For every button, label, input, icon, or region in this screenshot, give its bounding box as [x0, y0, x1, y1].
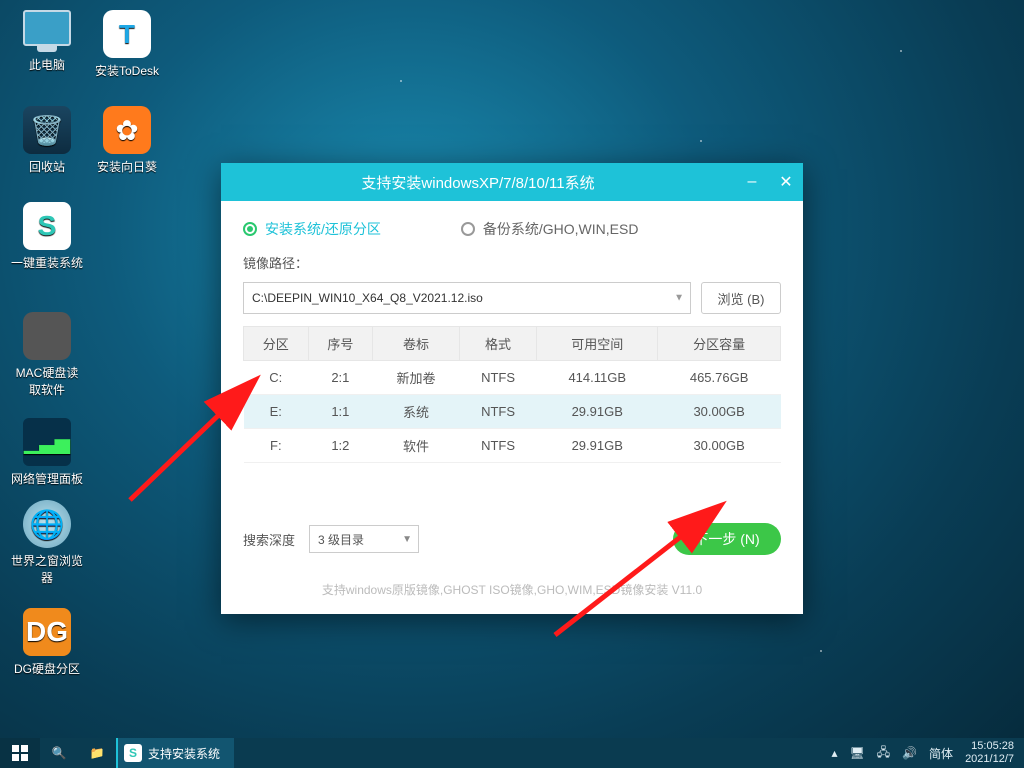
globe-icon: 🌐	[23, 500, 71, 548]
desktop-icon-one-click-reinstall[interactable]: S 一键重装系统	[10, 202, 84, 271]
taskbar-clock[interactable]: 15:05:28 2021/12/7	[965, 740, 1014, 766]
partition-table: 分区 序号 卷标 格式 可用空间 分区容量 C: 2:1 新加卷 NTFS 41…	[243, 326, 781, 463]
close-button[interactable]: ✕	[769, 163, 803, 201]
windows-logo-icon	[12, 745, 28, 761]
todesk-icon: T	[103, 10, 151, 58]
desktop-icon-this-pc[interactable]: 此电脑	[10, 10, 84, 73]
desktop-icon-todesk[interactable]: T 安装ToDesk	[90, 10, 164, 79]
search-depth-value: 3 级目录	[318, 531, 364, 548]
tray-chevron-up-icon[interactable]: ▴	[831, 746, 837, 760]
col-index: 序号	[308, 327, 373, 361]
search-depth-select[interactable]: 3 级目录 ▼	[309, 525, 419, 553]
image-path-value: C:\DEEPIN_WIN10_X64_Q8_V2021.12.iso	[252, 291, 483, 305]
folder-icon: 📁	[90, 746, 105, 760]
search-icon: 🔍	[52, 746, 67, 760]
next-button[interactable]: 下一步 (N)	[673, 523, 781, 555]
taskbar-file-explorer[interactable]: 📁	[78, 738, 116, 768]
chevron-down-icon: ▼	[674, 293, 684, 304]
system-tray: ▴ 🖥 🖧 🔊 简体 15:05:28 2021/12/7	[831, 740, 1024, 766]
sunflower-icon: ✿	[103, 106, 151, 154]
search-depth-label: 搜索深度	[243, 530, 295, 549]
col-label: 卷标	[373, 327, 460, 361]
taskbar: 🔍 📁 S 支持安装系统 ▴ 🖥 🖧 🔊 简体 15:05:28 2021/12…	[0, 738, 1024, 768]
network-panel-icon: ▁▃▅	[23, 418, 71, 466]
image-path-dropdown[interactable]: C:\DEEPIN_WIN10_X64_Q8_V2021.12.iso ▼	[243, 282, 691, 314]
tab-install-restore[interactable]: 安装系统/还原分区	[243, 219, 381, 239]
col-free: 可用空间	[537, 327, 658, 361]
apple-icon	[23, 312, 71, 360]
icon-label: 安装向日葵	[90, 158, 164, 175]
reinstall-icon: S	[23, 202, 71, 250]
chevron-down-icon: ▼	[402, 534, 412, 545]
icon-label: 一键重装系统	[10, 254, 84, 271]
taskbar-task-installer[interactable]: S 支持安装系统	[116, 738, 234, 768]
footer-text: 支持windows原版镜像,GHOST ISO镜像,GHO,WIM,ESD镜像安…	[221, 569, 803, 614]
icon-label: 此电脑	[10, 56, 84, 73]
desktop-icon-network-panel[interactable]: ▁▃▅ 网络管理面板	[10, 418, 84, 487]
tray-volume-icon[interactable]: 🔊	[902, 746, 917, 760]
title-bar: 支持安装windowsXP/7/8/10/11系统 – ✕	[221, 163, 803, 201]
desktop-icon-mac-reader[interactable]: MAC硬盘读取软件	[10, 312, 84, 398]
monitor-icon	[23, 10, 71, 46]
dg-icon: DG	[23, 608, 71, 656]
start-button[interactable]	[0, 738, 40, 768]
radio-selected-icon	[243, 222, 257, 236]
icon-label: 网络管理面板	[10, 470, 84, 487]
desktop-icon-sunflower[interactable]: ✿ 安装向日葵	[90, 106, 164, 175]
tray-network-icon[interactable]: 🖧	[877, 743, 890, 764]
col-fs: 格式	[459, 327, 536, 361]
taskbar-search-button[interactable]: 🔍	[40, 738, 78, 768]
table-row[interactable]: F: 1:2 软件 NTFS 29.91GB 30.00GB	[244, 429, 781, 463]
col-partition: 分区	[244, 327, 309, 361]
browse-button[interactable]: 浏览 (B)	[701, 282, 781, 314]
clock-date: 2021/12/7	[965, 753, 1014, 766]
icon-label: 回收站	[10, 158, 84, 175]
trash-icon: 🗑️	[23, 106, 71, 154]
table-row[interactable]: C: 2:1 新加卷 NTFS 414.11GB 465.76GB	[244, 361, 781, 395]
desktop-icon-dg-partition[interactable]: DG DG硬盘分区	[10, 608, 84, 677]
minimize-button[interactable]: –	[735, 163, 769, 201]
icon-label: DG硬盘分区	[10, 660, 84, 677]
col-total: 分区容量	[658, 327, 781, 361]
desktop-icon-recycle-bin[interactable]: 🗑️ 回收站	[10, 106, 84, 175]
task-label: 支持安装系统	[148, 745, 220, 762]
tray-display-icon[interactable]: 🖥	[849, 746, 864, 760]
window-title: 支持安装windowsXP/7/8/10/11系统	[221, 172, 735, 193]
icon-label: 安装ToDesk	[90, 62, 164, 79]
installer-window: 支持安装windowsXP/7/8/10/11系统 – ✕ 安装系统/还原分区 …	[221, 163, 803, 614]
image-path-label: 镜像路径：	[243, 253, 781, 272]
table-row[interactable]: E: 1:1 系统 NTFS 29.91GB 30.00GB	[244, 395, 781, 429]
radio-unselected-icon	[461, 222, 475, 236]
tray-ime[interactable]: 简体	[929, 745, 953, 762]
clock-time: 15:05:28	[965, 740, 1014, 753]
tab-backup-system[interactable]: 备份系统/GHO,WIN,ESD	[461, 219, 639, 239]
icon-label: MAC硬盘读取软件	[10, 364, 84, 398]
desktop-icon-world-browser[interactable]: 🌐 世界之窗浏览器	[10, 500, 84, 586]
installer-task-icon: S	[124, 744, 142, 762]
icon-label: 世界之窗浏览器	[10, 552, 84, 586]
